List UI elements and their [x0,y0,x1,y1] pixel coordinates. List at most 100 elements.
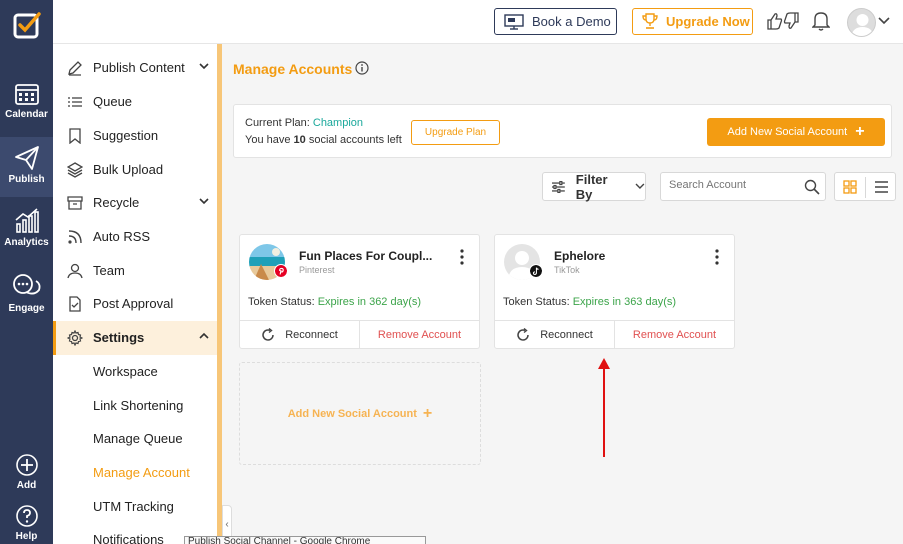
sliders-icon [551,180,565,193]
remove-account-button[interactable]: Remove Account [360,321,479,349]
upgrade-now-label: Upgrade Now [666,14,750,29]
archive-icon [67,196,83,210]
nav-label: Auto RSS [93,229,151,244]
layers-icon [67,162,83,178]
reconnect-button[interactable]: Reconnect [240,321,360,349]
plan-name: Champion [312,117,364,129]
trophy-icon [642,13,658,29]
rail-item-help[interactable]: Help [0,504,53,544]
rail-label: Calendar [5,109,48,120]
add-new-social-account-card[interactable]: Add New Social Account + [239,362,481,465]
user-avatar[interactable] [847,8,876,37]
subnav-utm-tracking[interactable]: UTM Tracking [93,499,174,514]
view-toggle-divider [865,177,866,198]
add-new-social-account-label: Add New Social Account [727,126,848,138]
thumbs-feedback-icon[interactable] [767,12,799,30]
window-tooltip: Publish Social Channel - Google Chrome [184,536,426,544]
rail-item-engage[interactable]: Engage [0,272,53,322]
nav-item-bulk-upload[interactable]: Bulk Upload [53,153,217,187]
rail-item-add[interactable]: Add [0,453,53,493]
upgrade-plan-button[interactable]: Upgrade Plan [411,120,500,145]
token-status: Token Status: Expires in 362 day(s) [248,296,421,308]
list-icon [68,97,82,107]
plus-icon: + [422,404,433,422]
subnav-link-shortening[interactable]: Link Shortening [93,398,183,413]
chevron-down-icon[interactable] [878,17,890,25]
rail-item-analytics[interactable]: Analytics [0,208,53,258]
you-have-label: You have [245,134,291,146]
account-name: Fun Places For Coupl... [299,249,433,263]
subnav-manage-queue[interactable]: Manage Queue [93,431,183,446]
view-toggle [834,172,896,201]
tiktok-icon [529,264,543,278]
nav-item-settings[interactable]: Settings [53,321,217,355]
subnav-notifications[interactable]: Notifications [93,532,164,544]
top-bar: Book a Demo Upgrade Now [53,0,903,44]
token-status-label: Token Status: [248,296,315,308]
token-status-value: Expires in 363 day(s) [572,296,677,308]
rail-item-publish[interactable]: Publish [0,137,53,197]
account-platform: TikTok [554,265,580,275]
more-options-icon[interactable] [459,249,465,265]
bell-icon[interactable] [812,11,830,31]
paper-plane-icon [14,146,39,170]
filter-by-dropdown[interactable]: Filter By [542,172,646,202]
nav-item-queue[interactable]: Queue [53,85,217,119]
more-options-icon[interactable] [714,249,720,265]
nav-label: Settings [93,330,145,345]
plan-summary: Current Plan: Champion You have 10 socia… [233,104,892,158]
upgrade-now-button[interactable]: Upgrade Now [632,8,753,35]
chevron-down-icon [199,198,209,205]
user-silhouette-icon [851,14,874,36]
rss-icon [68,230,82,244]
list-view-icon[interactable] [874,180,889,194]
subnav-manage-account[interactable]: Manage Account [93,465,190,480]
rail-label: Engage [8,303,45,314]
account-card: Fun Places For Coupl... Pinterest Token … [239,234,480,349]
bar-chart-icon [14,208,39,233]
search-icon[interactable] [804,179,820,195]
page-title: Manage Accounts [233,61,353,77]
nav-item-suggestion[interactable]: Suggestion [53,119,217,153]
subnav-workspace[interactable]: Workspace [93,364,158,379]
nav-label: Team [93,263,125,278]
nav-label: Queue [93,94,133,109]
chevron-down-icon [199,63,209,70]
book-demo-button[interactable]: Book a Demo [494,8,617,35]
nav-label: Publish Content [93,60,185,75]
nav-item-publish-content[interactable]: Publish Content [53,51,217,85]
nav-item-recycle[interactable]: Recycle [53,186,217,220]
pencil-icon [68,61,82,76]
plus-icon: + [855,123,865,140]
question-circle-icon [15,505,38,527]
remove-account-button[interactable]: Remove Account [615,321,734,349]
refresh-icon [262,328,274,341]
nav-item-post-approval[interactable]: Post Approval [53,287,217,321]
plus-circle-icon [15,454,38,476]
token-status: Token Status: Expires in 363 day(s) [503,296,676,308]
pinterest-icon [274,264,288,278]
add-new-social-account-button[interactable]: Add New Social Account + [707,118,885,146]
chat-bubbles-icon [12,274,40,295]
document-check-icon [69,296,81,312]
chevron-up-icon [199,332,209,339]
logo-checkbox-icon [13,12,41,39]
nav-label: Recycle [93,195,140,210]
calendar-icon [14,84,39,105]
reconnect-button[interactable]: Reconnect [495,321,615,349]
account-name: Ephelore [554,249,606,263]
accounts-left-label: social accounts left [308,134,402,146]
account-platform: Pinterest [299,265,335,275]
nav-item-auto-rss[interactable]: Auto RSS [53,220,217,254]
app-rail: Calendar Publish Analytics Engage Add He… [0,0,53,544]
rail-item-calendar[interactable]: Calendar [0,78,53,128]
info-icon[interactable] [355,61,369,75]
app-logo[interactable] [0,0,53,50]
nav-item-team[interactable]: Team [53,254,217,288]
search-account-input[interactable] [669,179,797,191]
gear-icon [67,330,83,346]
account-card: Ephelore TikTok Token Status: Expires in… [494,234,735,349]
refresh-icon [517,328,529,341]
rail-label: Analytics [4,237,49,248]
grid-view-icon[interactable] [843,180,857,194]
